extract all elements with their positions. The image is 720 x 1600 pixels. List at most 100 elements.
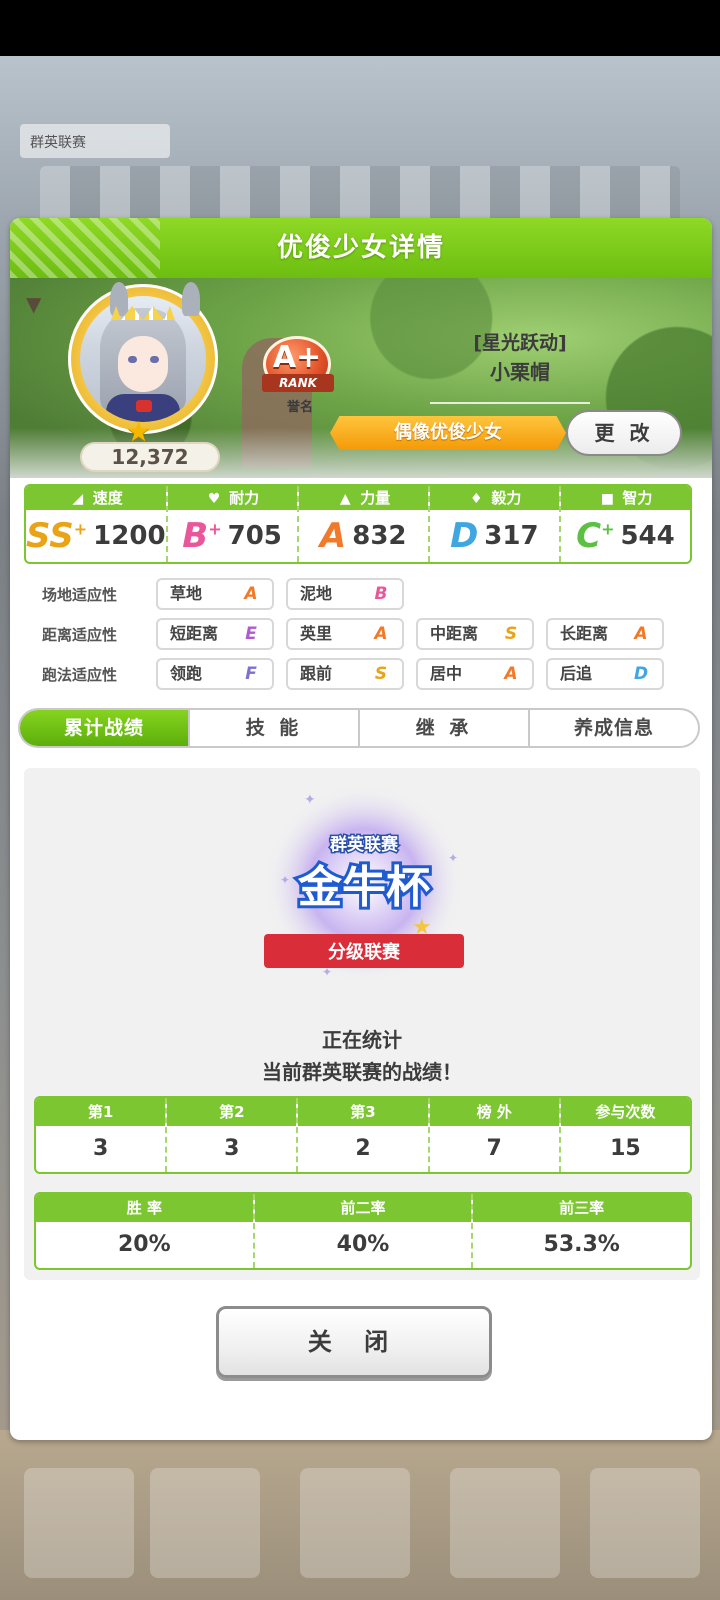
aptitude-cell: 短距离 E: [156, 618, 274, 650]
flame-icon: ♦: [470, 491, 483, 507]
aptitude-name: 中距离: [430, 624, 479, 643]
close-button[interactable]: 关 闭: [216, 1306, 492, 1378]
stat-body: D 317: [430, 510, 559, 562]
background-chip: 群英联赛: [20, 124, 170, 158]
logo-ribbon-text: 分级联赛: [328, 941, 401, 963]
aptitude-grade: E: [245, 624, 257, 644]
rate-column: 胜 率 20%: [36, 1194, 255, 1268]
background-structure: [40, 166, 680, 226]
background-menu-tile: [590, 1468, 700, 1578]
stat-header: ◢ 速度: [26, 486, 166, 510]
placement-header: 第2: [167, 1098, 297, 1126]
horse-ear-icon: [182, 282, 200, 316]
aptitude-name: 英里: [300, 624, 333, 643]
distance-aptitude-row: 距离适应性 短距离 E 英里 A 中距离 S 长距离 A: [24, 618, 704, 652]
background-menu-tile: [300, 1468, 410, 1578]
aptitude-name: 居中: [430, 664, 463, 683]
dialog-header: 优俊少女详情: [10, 218, 712, 278]
rate-value: 53.3%: [543, 1232, 620, 1257]
league-logo: ✦ ✦ ✦ ✦ ★ ★ 分级联赛 群英联赛 金牛杯: [264, 784, 464, 984]
tab-inheritance[interactable]: 继 承: [360, 710, 530, 746]
shoe-icon: ◢: [72, 491, 84, 507]
tab-skills[interactable]: 技 能: [190, 710, 360, 746]
rank-ribbon: RANK: [262, 374, 334, 392]
stat-value: 317: [484, 521, 539, 551]
aptitude-cell: 英里 A: [286, 618, 404, 650]
portrait-eye: [150, 356, 159, 363]
aptitude-grade: S: [504, 624, 518, 644]
aptitude-label: 跑法适应性: [42, 666, 118, 684]
aptitude-name: 短距离: [170, 624, 219, 643]
portrait-bow: [136, 400, 152, 412]
svg-text:✦: ✦: [304, 792, 316, 808]
stat-speed: ◢ 速度 SS+ 1200: [26, 486, 168, 562]
placement-column: 榜 外 7: [429, 1098, 561, 1172]
placement-column: 第3 2: [298, 1098, 430, 1172]
aptitude-cell: 跟前 S: [286, 658, 404, 690]
character-hero: ▼ ★ 12,372 A+ RANK 誉名 [星光跃动] 小栗帽 偶像优俊少女 …: [10, 278, 712, 478]
stat-value: 832: [352, 521, 407, 551]
character-epithet: [星光跃动]: [473, 332, 567, 354]
stat-label: 智力: [622, 489, 653, 507]
placement-table: 第1 3 第2 3 第3 2 榜 外 7 参与次数 15: [34, 1096, 692, 1174]
stat-header: ♥ 耐力: [167, 486, 297, 510]
stat-header: ■ 智力: [560, 486, 690, 510]
aptitude-grade: F: [245, 664, 257, 684]
aptitude-cell: 泥地 B: [286, 578, 404, 610]
aptitude-cell: 草地 A: [156, 578, 274, 610]
graduation-cap-icon: ■: [600, 491, 615, 507]
svg-text:✦: ✦: [280, 873, 290, 887]
portrait-eye: [128, 356, 137, 363]
aptitude-name: 后追: [560, 664, 593, 683]
status-message-line1: 正在统计: [322, 1028, 402, 1052]
stat-value: 544: [620, 521, 675, 551]
stat-power: ▲ 力量 A 832: [298, 486, 430, 562]
name-divider: [430, 402, 590, 404]
tab-training-info[interactable]: 养成信息: [530, 710, 698, 746]
track-aptitude-row: 场地适应性 草地 A 泥地 B: [24, 578, 704, 612]
stat-label: 速度: [92, 489, 123, 507]
aptitude-cell: 后追 D: [546, 658, 664, 690]
style-aptitude-row: 跑法适应性 领跑 F 跟前 S 居中 A 后追 D: [24, 658, 704, 692]
aptitude-cell: 长距离 A: [546, 618, 664, 650]
aptitude-grade: S: [374, 664, 388, 684]
placement-column: 参与次数 15: [560, 1098, 690, 1172]
change-title-button[interactable]: 更 改: [566, 410, 682, 456]
character-title-banner: 偶像优俊少女: [330, 416, 566, 450]
aptitude-name: 草地: [170, 584, 203, 603]
stat-wisdom: ■ 智力 C+ 544: [560, 486, 690, 562]
character-name: 小栗帽: [490, 360, 550, 384]
aptitude-name: 泥地: [300, 584, 333, 603]
placement-header: 参与次数: [560, 1098, 690, 1126]
placement-value: 7: [486, 1136, 502, 1161]
stat-body: A 832: [299, 510, 428, 562]
horse-ear-icon: [110, 282, 128, 316]
aptitude-cell: 领跑 F: [156, 658, 274, 690]
placement-value: 15: [610, 1136, 641, 1161]
dialog-title: 优俊少女详情: [276, 233, 445, 263]
status-message-line2: 当前群英联赛的战绩！: [262, 1060, 462, 1084]
stat-value: 705: [227, 521, 282, 551]
logo-top-text: 群英联赛: [330, 834, 399, 855]
aptitude-name: 长距离: [560, 624, 609, 643]
fan-count: 12,372: [80, 442, 220, 472]
rate-header: 前二率: [254, 1194, 472, 1222]
placement-column: 第1 3: [36, 1098, 168, 1172]
stat-label: 力量: [360, 489, 391, 507]
placement-column: 第2 3: [167, 1098, 299, 1172]
tab-career-record[interactable]: 累计战绩: [20, 710, 190, 746]
background-menu-tile: [450, 1468, 560, 1578]
status-bar: [0, 0, 720, 56]
acorn-icon: ▼: [26, 292, 42, 316]
svg-text:✦: ✦: [448, 851, 458, 865]
rate-table: 胜 率 20% 前二率 40% 前三率 53.3%: [34, 1192, 692, 1270]
aptitude-label: 距离适应性: [42, 626, 118, 644]
aptitude-grade: A: [244, 584, 258, 604]
rate-header: 前三率: [473, 1194, 690, 1222]
aptitude-grade: A: [374, 624, 388, 644]
stat-header: ♦ 毅力: [429, 486, 559, 510]
stat-grade: SS+: [26, 516, 88, 556]
character-detail-dialog: 优俊少女详情 ▼ ★ 12,372 A+ RANK 誉名 [星光跃动] 小栗帽 …: [10, 218, 712, 1440]
stat-grade: A: [319, 516, 347, 556]
aptitude-cell: 中距离 S: [416, 618, 534, 650]
